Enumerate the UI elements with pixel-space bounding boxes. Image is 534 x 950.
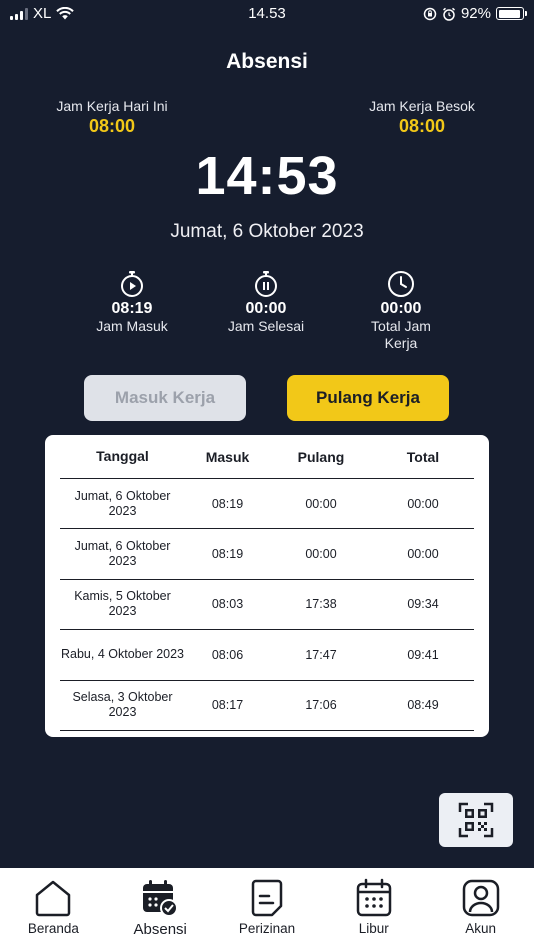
attendance-table: Tanggal Masuk Pulang Total Jumat, 6 Okto… bbox=[60, 435, 474, 731]
table-row: Jumat, 6 Oktober 2023 08:19 00:00 00:00 bbox=[60, 479, 474, 530]
stat-jam-selesai-value: 00:00 bbox=[245, 300, 287, 317]
work-today-label: Jam Kerja Hari Ini bbox=[56, 98, 168, 114]
cell-tanggal: Jumat, 6 Oktober 2023 bbox=[74, 488, 171, 518]
qr-scan-icon bbox=[458, 802, 494, 838]
current-date: Jumat, 6 Oktober 2023 bbox=[170, 221, 364, 242]
column-header-pulang: Pulang bbox=[297, 448, 345, 465]
work-tomorrow-label: Jam Kerja Besok bbox=[369, 98, 475, 114]
nav-item-absensi[interactable]: Absensi bbox=[107, 868, 214, 950]
page-title: Absensi bbox=[226, 50, 308, 73]
stopwatch-play-icon bbox=[121, 271, 143, 297]
column-header-tanggal: Tanggal bbox=[96, 448, 149, 464]
cell-total: 09:34 bbox=[407, 597, 439, 612]
cell-masuk: 08:03 bbox=[211, 597, 244, 612]
nav-item-perizinan[interactable]: Perizinan bbox=[214, 868, 321, 950]
battery-icon bbox=[496, 7, 527, 20]
cell-pulang: 17:38 bbox=[305, 597, 337, 612]
work-today-value: 08:00 bbox=[88, 116, 136, 136]
cell-masuk: 08:19 bbox=[211, 496, 244, 511]
cell-pulang: 17:06 bbox=[305, 698, 337, 713]
cell-total: 00:00 bbox=[407, 496, 439, 511]
stat-jam-selesai-label: Jam Selesai bbox=[227, 318, 305, 334]
document-icon bbox=[251, 879, 283, 917]
cell-pulang: 17:47 bbox=[305, 647, 337, 662]
table-row: Selasa, 3 Oktober 2023 08:17 17:06 08:49 bbox=[60, 681, 474, 731]
nav-item-libur[interactable]: Libur bbox=[320, 868, 427, 950]
pulang-kerja-button[interactable]: Pulang Kerja bbox=[287, 375, 449, 421]
rotation-lock-icon bbox=[423, 7, 437, 20]
column-header-masuk: Masuk bbox=[205, 448, 250, 465]
cell-pulang: 00:00 bbox=[305, 496, 337, 511]
stopwatch-pause-icon bbox=[255, 271, 277, 297]
cell-total: 09:41 bbox=[407, 647, 439, 662]
nav-label-beranda: Beranda bbox=[27, 921, 79, 936]
stat-total-value: 00:00 bbox=[380, 300, 422, 317]
masuk-kerja-button[interactable]: Masuk Kerja bbox=[84, 375, 246, 421]
user-icon bbox=[462, 879, 499, 917]
table-row: Rabu, 4 Oktober 2023 08:06 17:47 09:41 bbox=[60, 630, 474, 681]
clock-icon bbox=[388, 271, 414, 297]
calendar-check-icon bbox=[143, 880, 179, 917]
status-bar: XL 14.53 92% bbox=[0, 0, 534, 28]
bottom-nav: Beranda Absensi Perizinan Libur Akun bbox=[0, 868, 534, 950]
calendar-icon bbox=[356, 878, 392, 917]
cell-tanggal: Rabu, 4 Oktober 2023 bbox=[61, 647, 184, 662]
stat-jam-selesai: 00:00 Jam Selesai bbox=[206, 270, 326, 335]
alarm-icon bbox=[442, 7, 455, 21]
stat-jam-masuk-label: Jam Masuk bbox=[96, 318, 168, 334]
home-icon bbox=[36, 880, 71, 917]
table-row: Jumat, 6 Oktober 2023 08:19 00:00 00:00 bbox=[60, 529, 474, 580]
nav-item-beranda[interactable]: Beranda bbox=[0, 868, 107, 950]
cell-tanggal: Selasa, 3 Oktober 2023 bbox=[72, 690, 173, 720]
cell-masuk: 08:17 bbox=[211, 698, 244, 713]
cell-tanggal: Kamis, 5 Oktober 2023 bbox=[74, 589, 171, 619]
work-today: Jam Kerja Hari Ini 08:00 bbox=[52, 98, 172, 137]
nav-label-perizinan: Perizinan bbox=[238, 921, 296, 936]
qr-scan-button[interactable] bbox=[439, 793, 513, 847]
stat-total-label: Total Jam Kerja bbox=[371, 318, 431, 351]
attendance-table-card: Tanggal Masuk Pulang Total Jumat, 6 Okto… bbox=[45, 435, 489, 737]
cell-masuk: 08:06 bbox=[211, 647, 244, 662]
table-header: Tanggal Masuk Pulang Total bbox=[60, 435, 474, 479]
cell-tanggal: Jumat, 6 Oktober 2023 bbox=[74, 539, 171, 569]
work-tomorrow-value: 08:00 bbox=[398, 116, 446, 136]
cell-total: 00:00 bbox=[407, 547, 439, 562]
nav-label-absensi: Absensi bbox=[133, 921, 187, 938]
stat-total-jam-kerja: 00:00 Total Jam Kerja bbox=[341, 270, 461, 352]
current-time: 14:53 bbox=[195, 146, 339, 206]
stat-jam-masuk: 08:19 Jam Masuk bbox=[72, 270, 192, 335]
nav-label-libur: Libur bbox=[358, 921, 389, 936]
cell-pulang: 00:00 bbox=[305, 547, 337, 562]
cell-masuk: 08:19 bbox=[211, 547, 244, 562]
cell-total: 08:49 bbox=[407, 698, 439, 713]
nav-label-akun: Akun bbox=[465, 921, 496, 936]
stat-jam-masuk-value: 08:19 bbox=[111, 300, 153, 317]
nav-item-akun[interactable]: Akun bbox=[427, 868, 534, 950]
table-row: Kamis, 5 Oktober 2023 08:03 17:38 09:34 bbox=[60, 580, 474, 631]
battery-percent: 92% bbox=[460, 5, 491, 22]
column-header-total: Total bbox=[406, 448, 440, 465]
work-tomorrow: Jam Kerja Besok 08:00 bbox=[362, 98, 482, 137]
